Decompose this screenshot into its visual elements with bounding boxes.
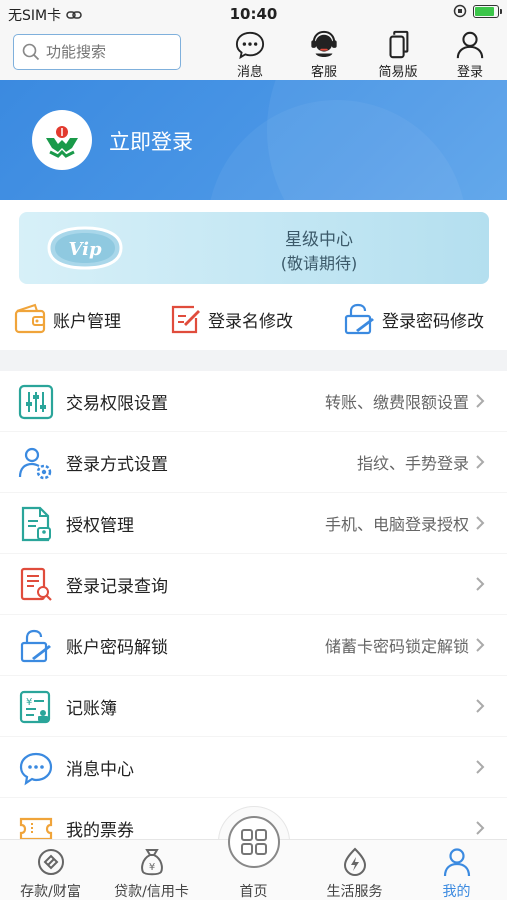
login-name-edit-button[interactable]: 登录名修改 — [168, 302, 293, 336]
list-item-login-records[interactable]: 登录记录查询 — [0, 554, 507, 615]
chat-icon — [19, 752, 53, 786]
chevron-right-icon — [476, 821, 485, 835]
chevron-right-icon — [476, 577, 485, 591]
deposit-icon — [37, 849, 64, 875]
status-time: 10:40 — [229, 5, 278, 23]
wallet-icon — [14, 303, 46, 334]
tab-label: 贷款/信用卡 — [114, 884, 189, 900]
status-right — [453, 4, 502, 18]
login-password-edit-label: 登录密码修改 — [382, 311, 484, 332]
customer-service-label: 客服 — [310, 65, 337, 80]
login-label: 登录 — [456, 65, 483, 80]
chevron-right-icon — [476, 638, 485, 652]
home-grid-icon — [241, 829, 267, 855]
svg-text:¥: ¥ — [148, 862, 154, 873]
search-box[interactable] — [13, 34, 181, 70]
search-input[interactable] — [46, 43, 166, 61]
message-button[interactable]: 消息 — [220, 28, 280, 80]
hero-banner[interactable]: 立即登录 — [0, 80, 507, 200]
home-grid-button[interactable] — [228, 816, 280, 868]
list-item-trade-permission[interactable]: 交易权限设置 转账、缴费限额设置 — [0, 371, 507, 432]
star-center-subtitle: (敬请期待) — [280, 254, 358, 273]
list-item-title: 消息中心 — [66, 759, 134, 780]
chevron-right-icon — [476, 516, 485, 530]
status-bar: 无SIM卡 10:40 — [0, 0, 507, 28]
header-toolbar: 消息 客服 简易版 登录 — [0, 28, 507, 80]
vip-section: Vip 星级中心 (敬请期待) 账户管理 登录名修改 登录密码修改 — [0, 200, 507, 350]
tab-label: 首页 — [239, 884, 268, 900]
settings-list: 交易权限设置 转账、缴费限额设置 登录方式设置 指纹、手势登录 授权管理 手机、… — [0, 371, 507, 859]
account-management-label: 账户管理 — [53, 311, 121, 332]
chevron-right-icon — [476, 699, 485, 713]
tab-deposit-wealth[interactable]: 存款/财富 — [0, 840, 101, 900]
tab-loan-credit[interactable]: ¥ 贷款/信用卡 — [101, 840, 202, 900]
list-item-title: 登录方式设置 — [66, 454, 168, 475]
document-icon — [21, 506, 51, 542]
search-icon — [22, 43, 40, 61]
customer-service-icon — [311, 30, 337, 57]
svg-text:¥: ¥ — [26, 697, 32, 708]
list-item-title: 我的票券 — [66, 820, 134, 841]
unlock-icon — [20, 629, 51, 663]
list-item-desc: 储蓄卡密码锁定解锁 — [324, 637, 469, 656]
list-item-password-unlock[interactable]: 账户密码解锁 储蓄卡密码锁定解锁 — [0, 615, 507, 676]
message-label: 消息 — [236, 65, 263, 80]
star-center-card[interactable]: Vip 星级中心 (敬请期待) — [19, 212, 489, 284]
list-item-title: 登录记录查询 — [66, 576, 168, 597]
login-now-label[interactable]: 立即登录 — [109, 126, 193, 156]
record-search-icon — [20, 567, 52, 601]
profile-icon — [443, 848, 470, 877]
list-item-title: 交易权限设置 — [66, 393, 168, 414]
life-service-icon — [343, 847, 366, 877]
tab-life-service[interactable]: 生活服务 — [304, 840, 405, 900]
edit-icon — [171, 305, 200, 334]
customer-service-button[interactable]: 客服 — [294, 28, 354, 80]
battery-icon — [473, 4, 502, 18]
list-item-ledger[interactable]: ¥ 记账簿 — [0, 676, 507, 737]
list-item-login-method[interactable]: 登录方式设置 指纹、手势登录 — [0, 432, 507, 493]
sliders-icon — [18, 384, 54, 420]
orientation-lock-icon — [453, 4, 467, 18]
simple-version-label: 简易版 — [378, 65, 418, 80]
chevron-right-icon — [476, 760, 485, 774]
list-item-title: 授权管理 — [66, 515, 134, 536]
login-name-edit-label: 登录名修改 — [208, 311, 293, 332]
tab-label: 我的 — [442, 884, 471, 900]
user-gear-icon — [18, 447, 52, 480]
simple-version-button[interactable]: 简易版 — [368, 28, 428, 80]
tab-label: 存款/财富 — [20, 884, 81, 900]
star-center-title: 星级中心 — [285, 230, 353, 250]
quick-actions: 账户管理 登录名修改 登录密码修改 — [0, 290, 507, 350]
tab-mine[interactable]: 我的 — [406, 840, 507, 900]
message-icon — [235, 31, 265, 60]
chevron-right-icon — [476, 455, 485, 469]
login-button[interactable]: 登录 — [440, 28, 500, 80]
list-item-message-center[interactable]: 消息中心 — [0, 737, 507, 798]
simple-version-icon — [389, 30, 409, 59]
chevron-right-icon — [476, 394, 485, 408]
lock-icon — [344, 303, 374, 335]
battery-fill — [475, 6, 494, 16]
list-item-desc: 转账、缴费限额设置 — [324, 393, 469, 412]
loan-icon: ¥ — [140, 849, 163, 876]
login-password-edit-button[interactable]: 登录密码修改 — [342, 302, 484, 336]
list-item-title: 账户密码解锁 — [66, 637, 168, 658]
ledger-icon: ¥ — [19, 690, 51, 724]
list-item-desc: 手机、电脑登录授权 — [324, 515, 469, 534]
avatar[interactable] — [32, 110, 92, 170]
user-icon — [456, 31, 484, 59]
list-item-desc: 指纹、手势登录 — [356, 454, 469, 473]
tab-label: 生活服务 — [326, 884, 383, 900]
list-item-authorization[interactable]: 授权管理 手机、电脑登录授权 — [0, 493, 507, 554]
abc-bank-logo — [46, 126, 78, 158]
list-item-title: 记账簿 — [66, 698, 117, 719]
account-management-button[interactable]: 账户管理 — [13, 302, 121, 336]
